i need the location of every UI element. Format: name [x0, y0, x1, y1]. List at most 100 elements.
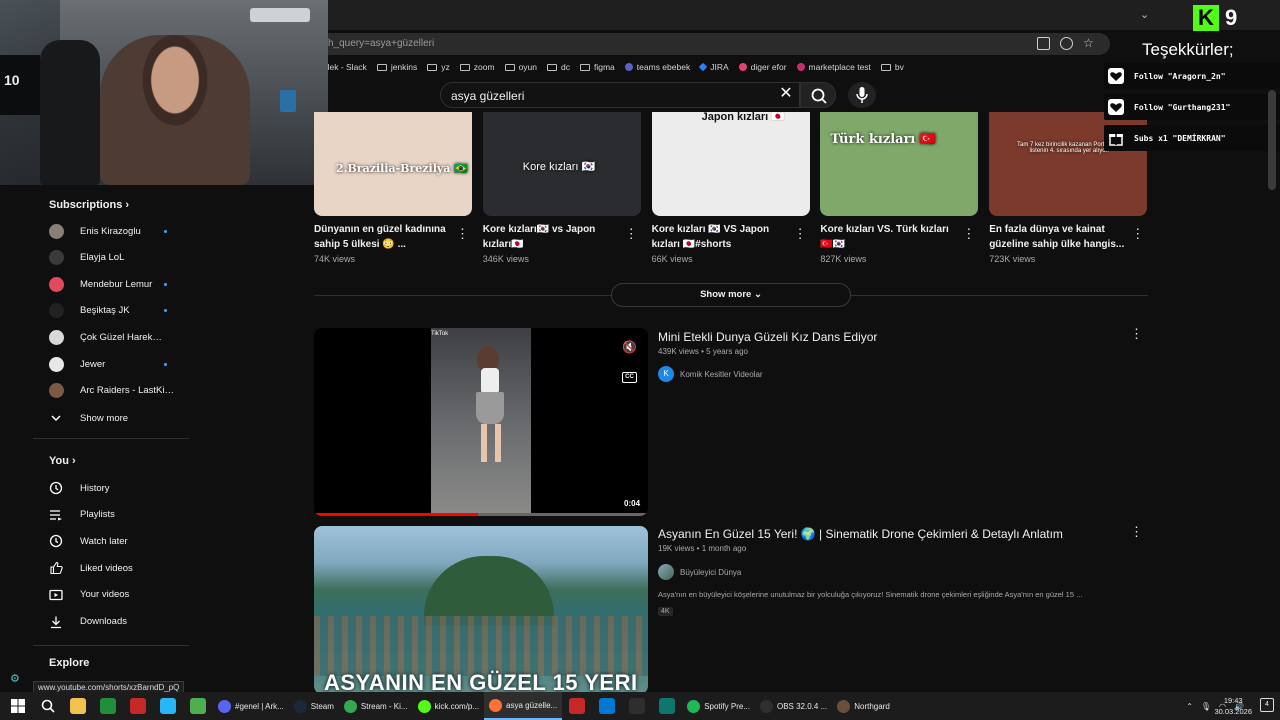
subscriptions-heading[interactable]: Subscriptions ›: [49, 199, 129, 211]
file-explorer-icon[interactable]: [70, 698, 86, 714]
short-title[interactable]: Kore kızları🇰🇷 vs Japon kızları🇯🇵: [483, 222, 621, 252]
clock[interactable]: 19:43 30.03.2026: [1214, 695, 1252, 717]
more-actions-icon[interactable]: ⋮: [456, 226, 469, 242]
chevron-down-icon[interactable]: ⌄: [1140, 8, 1149, 21]
channel-link[interactable]: Büyüleyici Dünya: [658, 564, 741, 580]
microphone-icon[interactable]: 🎙: [1201, 702, 1211, 711]
sidebar-item-subscription[interactable]: Çok Güzel Harek…: [49, 326, 189, 348]
bookmark-oyun[interactable]: oyun: [504, 62, 537, 72]
show-more-button[interactable]: Show more ⌄: [611, 283, 851, 307]
taskbar-app[interactable]: Steam: [289, 692, 339, 720]
taskbar-app[interactable]: asya güzelle...: [484, 692, 563, 720]
search-button[interactable]: [800, 82, 836, 108]
short-thumbnail[interactable]: 2.Brazilia-Brezilya 🇧🇷: [314, 112, 472, 216]
bookmark-figma[interactable]: figma: [580, 62, 615, 72]
app-icon: [687, 699, 701, 713]
history-icon: [49, 481, 63, 495]
taskbar-pinned-app-icon[interactable]: [599, 698, 616, 714]
mute-icon[interactable]: 🔇: [622, 340, 638, 354]
short-card[interactable]: Japon kızları 🇯🇵 Kore kızları 🇰🇷 VS Japon…: [651, 112, 810, 264]
bookmark-dc[interactable]: dc: [547, 62, 570, 72]
more-actions-icon[interactable]: ⋮: [962, 226, 975, 242]
short-thumbnail[interactable]: Japon kızları 🇯🇵: [651, 112, 810, 216]
video-thumbnail[interactable]: TikTok 🔇 CC 0:04: [314, 328, 648, 516]
taskbar-app[interactable]: #genel | Ark...: [213, 692, 289, 720]
bookmark-teams[interactable]: teams ebebek: [624, 62, 690, 72]
search-input[interactable]: asya güzelleri: [440, 82, 800, 108]
taskbar-app[interactable]: OBS 32.0.4 ...: [755, 692, 832, 720]
sidebar-item-subscription[interactable]: Jewer: [49, 353, 189, 375]
channel-link[interactable]: K Komik Kesitler Videolar: [658, 366, 763, 382]
sidebar-item-playlists[interactable]: Playlists: [49, 504, 189, 526]
taskbar-app-label: OBS 32.0.4 ...: [776, 701, 828, 711]
video-thumbnail[interactable]: ASYANIN EN GÜZEL 15 YERI: [314, 526, 648, 694]
clear-search-icon[interactable]: ✕: [778, 86, 794, 102]
short-title[interactable]: En fazla dünya ve kainat güzeline sahip …: [989, 222, 1127, 252]
install-app-icon[interactable]: [1037, 37, 1050, 50]
chevron-up-icon[interactable]: ⌃: [1186, 702, 1193, 711]
sidebar-item-downloads[interactable]: Downloads: [49, 611, 189, 633]
taskbar-pinned-app-icon[interactable]: [160, 698, 176, 714]
bookmark-yz[interactable]: yz: [427, 62, 450, 72]
excel-icon[interactable]: [100, 698, 116, 714]
short-card[interactable]: Kore kızları 🇰🇷 Kore kızları🇰🇷 vs Japon k…: [482, 112, 641, 264]
scrollbar[interactable]: [1268, 90, 1276, 190]
you-heading[interactable]: You ›: [49, 455, 76, 467]
sidebar-item-watch-later[interactable]: Watch later: [49, 530, 189, 552]
clock-time: 19:43: [1223, 696, 1243, 705]
bookmark-bv[interactable]: bv: [880, 62, 904, 72]
voice-search-button[interactable]: [848, 82, 876, 108]
short-card[interactable]: 2.Brazilia-Brezilya 🇧🇷 Dünyanın en güzel …: [314, 112, 472, 264]
short-title[interactable]: Kore kızları VS. Türk kızları 🇹🇷🇰🇷: [820, 222, 958, 252]
taskbar-app[interactable]: Stream - Ki...: [339, 692, 413, 720]
bookmark-jenkins[interactable]: jenkins: [376, 62, 417, 72]
folder-icon: [376, 63, 387, 71]
more-actions-icon[interactable]: ⋮: [1131, 226, 1144, 242]
windows-start-icon[interactable]: [10, 698, 26, 714]
sidebar-item-subscription[interactable]: Enis Kirazoglu: [49, 220, 189, 242]
video-title[interactable]: Asyanın En Güzel 15 Yeri! 🌍 | Sinematik …: [658, 527, 1063, 541]
short-thumbnail[interactable]: Kore kızları 🇰🇷: [482, 112, 641, 216]
short-thumbnail[interactable]: Türk kızları 🇹🇷: [820, 112, 979, 216]
video-title[interactable]: Mini Etekli Dunya Güzeli Kız Dans Ediyor: [658, 330, 877, 344]
bookmark-marketplace[interactable]: marketplace test: [796, 62, 871, 72]
sidebar-item-subscription[interactable]: Beşiktaş JK: [49, 300, 189, 322]
folder-icon: [880, 63, 891, 71]
taskbar-pinned-app-icon[interactable]: [190, 698, 206, 714]
more-actions-icon[interactable]: ⋮: [794, 226, 807, 242]
short-views: 827K views: [820, 254, 867, 264]
taskbar-pinned-app-icon[interactable]: [130, 698, 146, 714]
bookmark-star-icon[interactable]: ☆: [1083, 37, 1096, 50]
bookmark-label: bv: [894, 62, 904, 72]
taskbar-pinned-app-icon[interactable]: [629, 698, 646, 714]
bookmark-diger-efor[interactable]: diger efor: [738, 62, 787, 72]
more-actions-icon[interactable]: ⋮: [1130, 326, 1143, 342]
sidebar-item-subscription[interactable]: Arc Raiders - LastKi…: [49, 380, 189, 402]
notification-center-icon[interactable]: 4: [1260, 698, 1274, 712]
bookmark-zoom[interactable]: zoom: [459, 62, 495, 72]
show-more-subscriptions[interactable]: Show more: [49, 407, 189, 429]
sidebar-item-liked-videos[interactable]: Liked videos: [49, 557, 189, 579]
taskbar-app[interactable]: Spotify Pre...: [682, 692, 755, 720]
taskbar-app[interactable]: kick.com/p...: [413, 692, 484, 720]
search-icon[interactable]: [40, 698, 56, 714]
sidebar-item-subscription[interactable]: Elayja LoL: [49, 247, 189, 269]
short-title[interactable]: Kore kızları 🇰🇷 VS Japon kızları 🇯🇵#shor…: [652, 222, 790, 252]
taskbar-pinned-app-icon[interactable]: [659, 698, 676, 714]
progress-track[interactable]: [314, 513, 648, 516]
taskbar-app[interactable]: Northgard: [832, 692, 895, 720]
kick-viewer-counter: K 9: [1193, 5, 1237, 31]
taskbar-pinned-app-icon[interactable]: [569, 698, 586, 714]
sidebar-item-subscription[interactable]: Mendebur Lemur: [49, 273, 189, 295]
bookmark-jira[interactable]: JIRA: [698, 62, 729, 72]
sidebar-item-your-videos[interactable]: Your videos: [49, 584, 189, 606]
address-bar[interactable]: h_query=asya+güzelleri ☆: [300, 33, 1110, 55]
translate-icon[interactable]: [1060, 37, 1073, 50]
short-card[interactable]: Türk kızları 🇹🇷 Kore kızları VS. Türk kız…: [820, 112, 979, 264]
sidebar-item-history[interactable]: History: [49, 477, 189, 499]
captions-icon[interactable]: CC: [622, 372, 637, 383]
more-actions-icon[interactable]: ⋮: [625, 226, 638, 242]
gear-icon[interactable]: ⚙: [10, 672, 22, 685]
short-title[interactable]: Dünyanın en güzel kadınına sahip 5 ülkes…: [314, 222, 452, 252]
more-actions-icon[interactable]: ⋮: [1130, 524, 1143, 540]
